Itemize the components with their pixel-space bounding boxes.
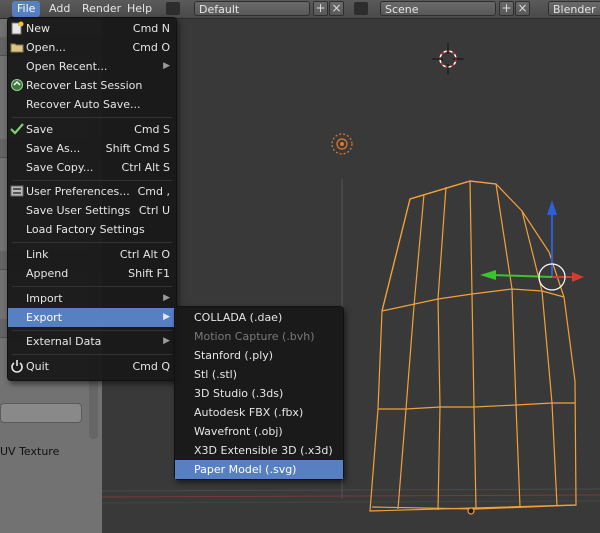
- folder-icon: [10, 40, 24, 54]
- export-item-stl[interactable]: Stl (.stl): [175, 365, 343, 384]
- menu-item-open-recent[interactable]: Open Recent... ▶: [8, 57, 176, 76]
- scene-selector[interactable]: Scene: [380, 1, 496, 16]
- power-icon: [10, 359, 24, 373]
- menu-item-export[interactable]: Export ▶: [8, 308, 176, 327]
- new-file-icon: [10, 21, 24, 35]
- export-item-autodesk-fbx[interactable]: Autodesk FBX (.fbx): [175, 403, 343, 422]
- uv-texture-label: UV Texture: [0, 445, 60, 458]
- transform-manipulator-icon[interactable]: [480, 200, 584, 291]
- export-item-motion-capture: Motion Capture (.bvh): [194, 330, 315, 343]
- add-scene-icon[interactable]: +: [499, 1, 514, 16]
- vertex-dot: [467, 507, 475, 515]
- recover-icon: [10, 78, 24, 92]
- menu-separator: [12, 180, 172, 181]
- menu-item-save-copy[interactable]: Save Copy... Ctrl Alt S: [8, 158, 176, 177]
- 3d-cursor-icon[interactable]: [432, 43, 464, 75]
- menu-item-external-data[interactable]: External Data ▶: [8, 332, 176, 351]
- export-item-paper-model-svg[interactable]: Paper Model (.svg): [175, 460, 343, 479]
- scene-icon[interactable]: [354, 2, 368, 15]
- submenu-arrow-icon: ▶: [163, 61, 170, 71]
- submenu-arrow-icon: ▶: [163, 336, 170, 346]
- submenu-arrow-icon: ▶: [163, 312, 170, 322]
- menu-separator: [12, 117, 172, 118]
- menu-add[interactable]: Add: [44, 1, 75, 17]
- menu-item-link[interactable]: Link Ctrl Alt O: [8, 245, 176, 264]
- menu-file[interactable]: File: [12, 1, 41, 17]
- menu-item-save-user-settings[interactable]: Save User Settings Ctrl U: [8, 201, 176, 220]
- export-item-collada[interactable]: COLLADA (.dae): [175, 308, 343, 327]
- layout-selector[interactable]: Default: [194, 1, 310, 16]
- menu-item-quit[interactable]: Quit Cmd Q: [8, 357, 176, 376]
- remove-layout-icon[interactable]: ×: [329, 1, 344, 16]
- export-submenu: COLLADA (.dae) Motion Capture (.bvh) Sta…: [174, 306, 344, 480]
- menu-item-recover-auto-save[interactable]: Recover Auto Save...: [8, 95, 176, 114]
- menu-item-append[interactable]: Append Shift F1: [8, 264, 176, 283]
- render-engine-selector[interactable]: Blender Re: [548, 1, 600, 31]
- preferences-icon: [10, 184, 24, 198]
- checkmark-icon: [10, 122, 24, 136]
- submenu-arrow-icon: ▶: [163, 293, 170, 303]
- menu-item-import[interactable]: Import ▶: [8, 289, 176, 308]
- file-menu: New Cmd N Open... Cmd O Open Recent... ▶…: [7, 17, 177, 381]
- menu-help[interactable]: Help: [122, 1, 157, 17]
- menu-item-recover-last-session[interactable]: Recover Last Session: [8, 76, 176, 95]
- menu-separator: [12, 286, 172, 287]
- selected-mesh-wireframe[interactable]: [369, 180, 577, 512]
- menu-separator: [12, 242, 172, 243]
- menu-item-save-as[interactable]: Save As... Shift Cmd S: [8, 139, 176, 158]
- menu-item-save[interactable]: Save Cmd S: [8, 120, 176, 139]
- menu-item-open[interactable]: Open... Cmd O: [8, 38, 176, 57]
- menu-item-load-factory-settings[interactable]: Load Factory Settings: [8, 220, 176, 239]
- menu-separator: [12, 354, 172, 355]
- screen-layout-icon[interactable]: [166, 2, 180, 15]
- menu-separator: [12, 330, 172, 331]
- export-item-wavefront-obj[interactable]: Wavefront (.obj): [175, 422, 343, 441]
- add-layout-icon[interactable]: +: [313, 1, 328, 16]
- export-item-3d-studio[interactable]: 3D Studio (.3ds): [175, 384, 343, 403]
- export-item-stanford-ply[interactable]: Stanford (.ply): [175, 346, 343, 365]
- menu-item-new[interactable]: New Cmd N: [8, 19, 176, 38]
- remove-scene-icon[interactable]: ×: [515, 1, 530, 16]
- panel-button[interactable]: [0, 403, 82, 423]
- lamp-icon[interactable]: [331, 133, 353, 155]
- export-item-x3d[interactable]: X3D Extensible 3D (.x3d): [175, 441, 343, 460]
- menu-render[interactable]: Render: [77, 1, 126, 17]
- menu-item-user-preferences[interactable]: User Preferences... Cmd ,: [8, 182, 176, 201]
